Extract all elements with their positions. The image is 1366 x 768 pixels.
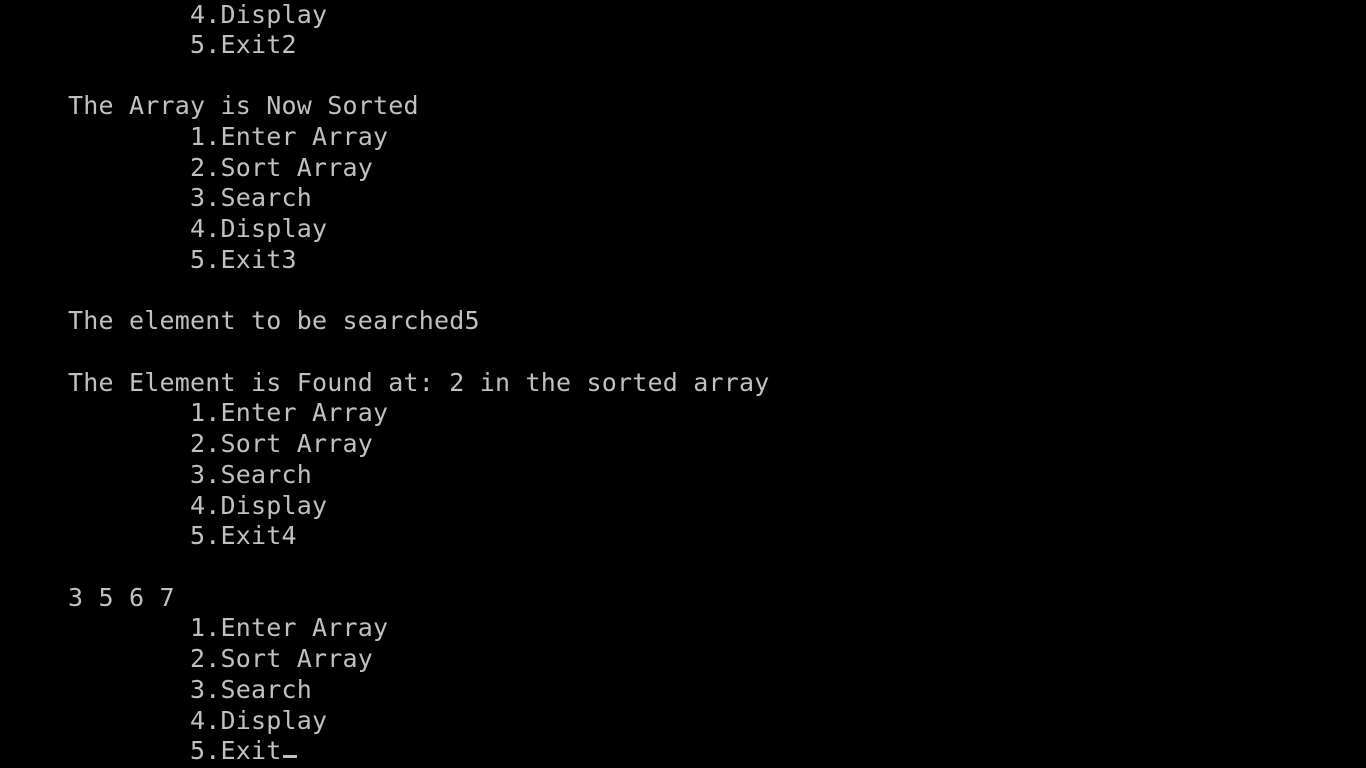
terminal-line: 2.Sort Array [190,644,374,673]
terminal-line: 5.Exit3 [190,245,297,274]
terminal-line: 5.Exit2 [190,30,297,59]
terminal-line: 4.Display [190,706,328,735]
terminal-line: 1.Enter Array [190,398,389,427]
terminal-line: 2.Sort Array [190,429,374,458]
terminal-line: 4.Display [190,214,328,243]
terminal-line: 5.Exit4 [190,521,297,550]
terminal-screen[interactable]: 4.Display 5.Exit2 The Array is Now Sorte… [0,0,1366,768]
terminal-line: 2.Sort Array [190,153,374,182]
terminal-prompt-line[interactable]: 5.Exit [190,736,297,766]
terminal-line: The Array is Now Sorted [68,91,419,120]
text-cursor [282,755,297,758]
terminal-line: 4.Display [190,491,328,520]
terminal-line: The element to be searched5 [68,306,480,335]
terminal-line: 3.Search [190,183,313,212]
terminal-line: 1.Enter Array [190,122,389,151]
terminal-line: 1.Enter Array [190,613,389,642]
terminal-line: 3.Search [190,675,313,704]
terminal-line: 4.Display [190,0,328,29]
terminal-line-text: 5.Exit [190,736,282,765]
terminal-line: 3 5 6 7 [68,583,175,612]
terminal-line: The Element is Found at: 2 in the sorted… [68,368,770,397]
terminal-line: 3.Search [190,460,313,489]
